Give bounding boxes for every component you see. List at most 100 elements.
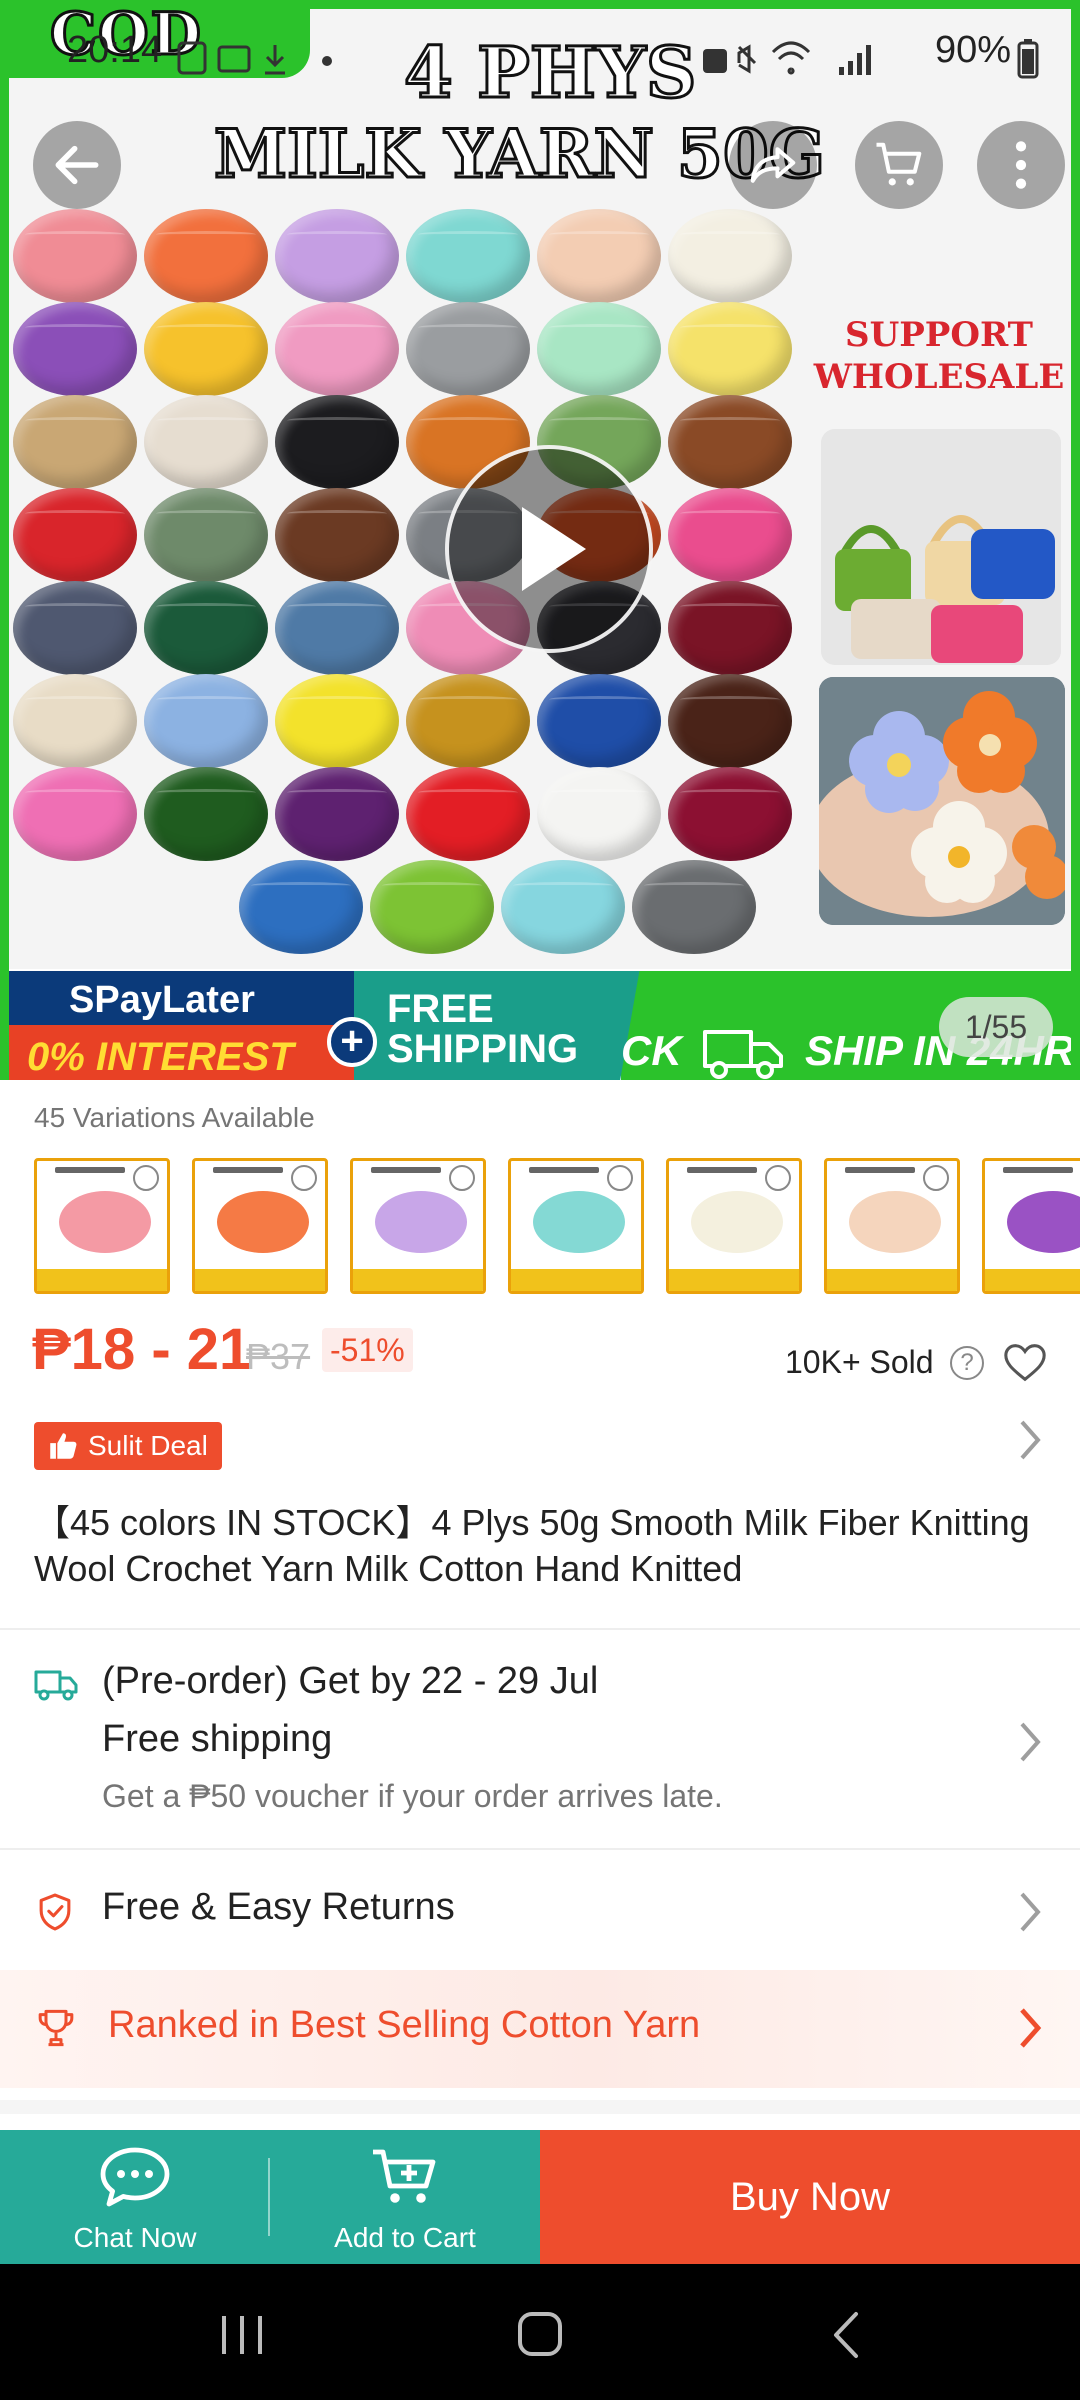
- original-price: ₱37: [246, 1336, 311, 1377]
- hero-title-line1: 4 PHYS: [402, 30, 697, 116]
- home-button[interactable]: [516, 2310, 564, 2363]
- variation-thumbnail[interactable]: [508, 1158, 644, 1294]
- returns-chevron-icon: [1018, 1890, 1042, 1944]
- yarn-ball: [13, 767, 137, 861]
- arrow-left-icon: [55, 145, 99, 185]
- variation-thumbnail[interactable]: [192, 1158, 328, 1294]
- thumbs-up-icon: [50, 1433, 77, 1459]
- shipping-truck-icon: [34, 1668, 78, 1707]
- yarn-ball: [501, 860, 625, 954]
- yarn-ball: [275, 767, 399, 861]
- yarn-ball: [13, 209, 137, 303]
- battery-percent: 90%: [935, 29, 1012, 71]
- add-to-cart-button[interactable]: Add to Cart: [270, 2130, 540, 2264]
- section-gap: [0, 2100, 1080, 2114]
- yarn-ball: [537, 674, 661, 768]
- yarn-ball: [406, 209, 530, 303]
- yarn-ball: [668, 488, 792, 582]
- sold-count: 10K+ Sold: [785, 1344, 934, 1380]
- spaylater-banner: SPayLater 0% INTEREST: [9, 971, 354, 1080]
- sulit-deal-badge[interactable]: Sulit Deal: [34, 1422, 222, 1470]
- yarn-ball: [144, 767, 268, 861]
- yarn-ball: [537, 302, 661, 396]
- yarn-ball: [144, 674, 268, 768]
- system-navigation-bar: [0, 2264, 1080, 2400]
- yarn-ball: [406, 302, 530, 396]
- yarn-ball: [13, 674, 137, 768]
- favorite-button[interactable]: [1002, 1340, 1048, 1389]
- help-icon[interactable]: ?: [950, 1346, 984, 1380]
- ranking-chevron-icon: [1018, 2006, 1042, 2060]
- buy-now-button[interactable]: Buy Now: [540, 2130, 1080, 2264]
- yarn-ball: [632, 860, 756, 954]
- notification-icons: [177, 39, 347, 84]
- product-title: 【45 colors IN STOCK】4 Plys 50g Smooth Mi…: [34, 1502, 1030, 1589]
- chat-bubble-icon: [99, 2146, 171, 2213]
- variation-thumbnail[interactable]: [666, 1158, 802, 1294]
- yarn-ball: [144, 302, 268, 396]
- shield-check-icon: [36, 1892, 74, 1937]
- free-shipping-banner: FREE SHIPPING: [387, 987, 579, 1071]
- cart-icon: [876, 142, 922, 186]
- crochet-flowers-photo: [819, 677, 1065, 925]
- variations-label: 45 Variations Available: [34, 1102, 315, 1133]
- cart-button[interactable]: [855, 121, 943, 209]
- yarn-ball: [537, 209, 661, 303]
- yarn-ball: [275, 488, 399, 582]
- yarn-ball: [668, 581, 792, 675]
- play-video-button[interactable]: [445, 445, 653, 653]
- cart-plus-icon: [369, 2146, 441, 2213]
- price-range: ₱18 - 21: [32, 1317, 252, 1382]
- plus-icon: +: [327, 1017, 377, 1067]
- yarn-ball: [668, 767, 792, 861]
- promo-banner: SPayLater 0% INTEREST + FREE SHIPPING CK…: [9, 971, 1071, 1080]
- support-wholesale-text: SUPPORT WHOLESALE: [813, 315, 1065, 397]
- yarn-ball: [537, 767, 661, 861]
- yarn-ball: [144, 209, 268, 303]
- bottom-action-bar: Chat Now Add to Cart Buy Now: [0, 2130, 1080, 2264]
- yarn-ball: [406, 767, 530, 861]
- delivery-estimate: (Pre-order) Get by 22 - 29 Jul: [102, 1660, 599, 1702]
- more-vertical-icon: [1015, 141, 1027, 189]
- yarn-ball: [275, 209, 399, 303]
- yarn-ball: [239, 860, 363, 954]
- discount-badge: -51%: [322, 1328, 413, 1372]
- share-button[interactable]: [729, 121, 817, 209]
- yarn-ball: [13, 488, 137, 582]
- more-options-button[interactable]: [977, 121, 1065, 209]
- variation-thumbnail[interactable]: [34, 1158, 170, 1294]
- yarn-ball: [144, 395, 268, 489]
- back-button[interactable]: [33, 121, 121, 209]
- recent-apps-button[interactable]: [218, 2314, 266, 2361]
- yarn-ball: [144, 581, 268, 675]
- variation-thumbnail[interactable]: [982, 1158, 1080, 1294]
- yarn-ball: [668, 395, 792, 489]
- free-shipping-label: Free shipping: [102, 1718, 333, 1760]
- shipping-chevron-icon: [1018, 1720, 1042, 1774]
- variation-thumbnail[interactable]: [350, 1158, 486, 1294]
- battery-icon: [1017, 39, 1039, 84]
- deal-chevron-icon[interactable]: [1018, 1418, 1042, 1472]
- yarn-ball: [275, 395, 399, 489]
- home-icon: [518, 2312, 562, 2356]
- image-counter: 1/55: [939, 997, 1053, 1057]
- late-voucher-text: Get a ₱50 voucher if your order arrives …: [102, 1778, 723, 1814]
- system-back-button[interactable]: [828, 2310, 864, 2365]
- yarn-ball: [275, 581, 399, 675]
- status-time: 20:14: [67, 29, 163, 71]
- yarn-ball: [275, 674, 399, 768]
- system-status-icons: [699, 39, 949, 84]
- heart-icon: [1004, 1344, 1046, 1382]
- yarn-ball: [668, 674, 792, 768]
- yarn-ball: [406, 674, 530, 768]
- yarn-ball: [13, 581, 137, 675]
- yarn-ball: [668, 209, 792, 303]
- crochet-bags-photo: [821, 429, 1061, 665]
- chat-now-button[interactable]: Chat Now: [0, 2130, 270, 2264]
- yarn-ball: [370, 860, 494, 954]
- yarn-ball: [668, 302, 792, 396]
- play-icon: [522, 507, 586, 591]
- product-image-carousel[interactable]: SUPPORT WHOLESALE COD 4 PHYS MILK YARN 5…: [0, 0, 1080, 1080]
- back-chevron-icon: [834, 2312, 858, 2358]
- variation-thumbnail[interactable]: [824, 1158, 960, 1294]
